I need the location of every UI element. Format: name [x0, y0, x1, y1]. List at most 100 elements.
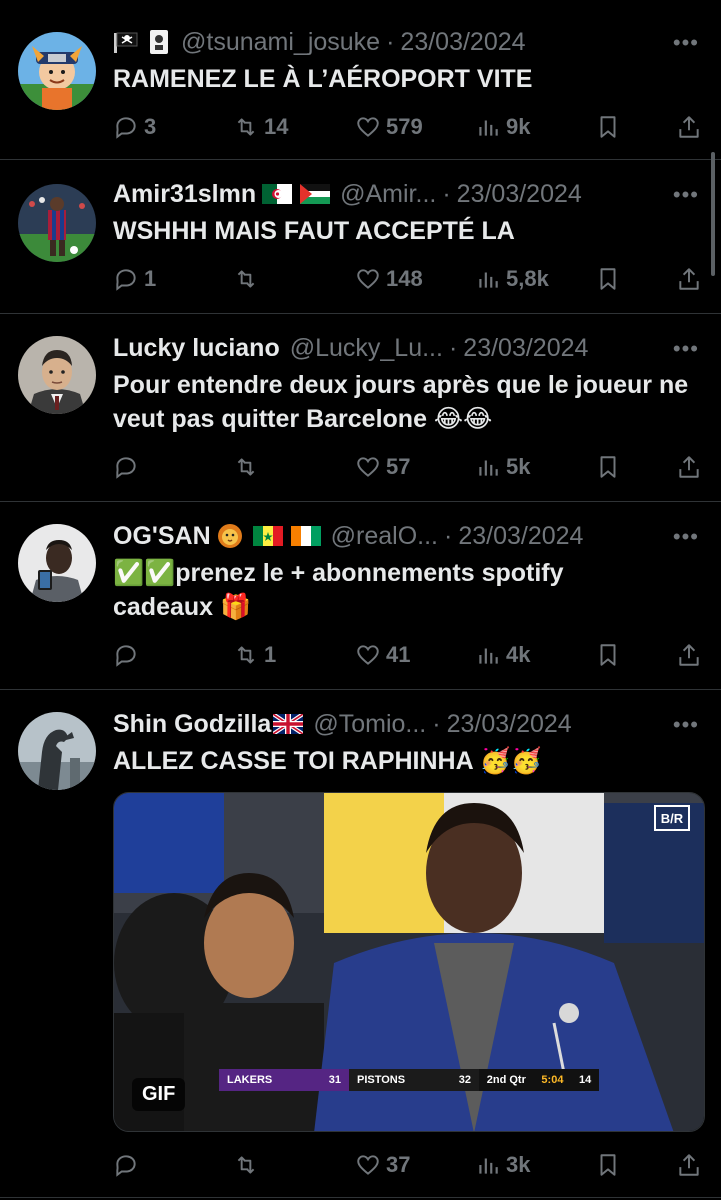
timestamp[interactable]: 23/03/2024	[458, 520, 583, 552]
tweet[interactable]: Amir31slmn @Amir... · 23/03/2024 ••• WSH…	[0, 160, 721, 314]
reply-count: 3	[144, 114, 157, 139]
tweet-header: OG'SAN @realO... · 23/03/2024	[113, 520, 661, 552]
views-button[interactable]: 3k	[475, 1152, 530, 1178]
like-button[interactable]: 37	[355, 1152, 410, 1178]
team1-score: 31	[328, 1074, 341, 1086]
display-name[interactable]: Lucky luciano	[113, 332, 280, 364]
more-options-icon[interactable]: •••	[673, 712, 699, 738]
user-handle[interactable]: @Lucky_Lu...	[290, 332, 443, 364]
retweet-count: 14	[264, 114, 289, 139]
bookmark-button[interactable]	[595, 454, 621, 480]
separator-dot: ·	[448, 334, 458, 362]
share-button[interactable]	[676, 114, 702, 140]
retweet-button[interactable]: 14	[233, 114, 288, 140]
reply-button[interactable]: 1	[113, 266, 156, 292]
like-button[interactable]: 57	[355, 454, 410, 480]
tweet[interactable]: Lucky luciano @Lucky_Lu... · 23/03/2024 …	[0, 314, 721, 502]
timestamp[interactable]: 23/03/2024	[463, 332, 588, 364]
separator-dot: ·	[443, 522, 453, 550]
avatar[interactable]	[18, 524, 96, 602]
more-options-icon[interactable]: •••	[673, 182, 699, 208]
more-options-icon[interactable]: •••	[673, 30, 699, 56]
timestamp[interactable]: 23/03/2024	[400, 26, 525, 58]
tweet-actions: 37 3k	[113, 1148, 699, 1182]
retweet-button[interactable]	[233, 454, 264, 480]
more-options-icon[interactable]: •••	[673, 336, 699, 362]
team2-name: PISTONS	[357, 1074, 406, 1086]
tweet[interactable]: @tsunami_josuke · 23/03/2024 ••• RAMENEZ…	[0, 0, 721, 160]
retweet-button[interactable]: 1	[233, 642, 276, 668]
reply-button[interactable]	[113, 642, 144, 668]
bookmark-icon	[600, 644, 616, 666]
retweet-count: 1	[264, 642, 277, 667]
heart-icon	[357, 645, 379, 665]
user-handle[interactable]: @Amir...	[340, 178, 436, 210]
user-handle[interactable]: @Tomio...	[313, 708, 426, 740]
algeria-flag-icon	[262, 184, 293, 204]
user-handle[interactable]: @tsunami_josuke	[181, 26, 380, 58]
bookmark-button[interactable]	[595, 114, 621, 140]
like-button[interactable]: 148	[355, 266, 423, 292]
views-button[interactable]: 5,8k	[475, 266, 549, 292]
timestamp[interactable]: 23/03/2024	[447, 708, 572, 740]
gif-badge[interactable]: GIF	[132, 1078, 186, 1111]
card-icon	[149, 29, 169, 55]
views-button[interactable]: 4k	[475, 642, 530, 668]
like-button[interactable]: 579	[355, 114, 423, 140]
reply-icon	[116, 1155, 136, 1177]
share-icon	[679, 456, 699, 478]
share-button[interactable]	[676, 266, 702, 292]
timestamp[interactable]: 23/03/2024	[457, 178, 582, 210]
retweet-button[interactable]	[233, 266, 264, 292]
bookmark-icon	[600, 268, 616, 290]
reply-button[interactable]	[113, 1152, 144, 1178]
views-button[interactable]: 9k	[475, 114, 530, 140]
more-options-icon[interactable]: •••	[673, 524, 699, 550]
tweet-text: RAMENEZ LE À L’AÉROPORT VITE	[113, 65, 533, 93]
avatar[interactable]	[18, 32, 96, 110]
scoreboard: LAKERS 31 PISTONS 32 2nd Qtr 5:04 14	[219, 1069, 599, 1091]
views-button[interactable]: 5k	[475, 454, 530, 480]
separator-dot: ·	[432, 710, 441, 738]
tweet-text: WSHHH MAIS FAUT ACCEPTÉ LA	[113, 217, 515, 245]
share-button[interactable]	[676, 454, 702, 480]
lion-face-icon	[217, 523, 243, 549]
views-count: 3k	[506, 1152, 531, 1177]
retweet-icon	[237, 458, 255, 476]
share-button[interactable]	[676, 642, 702, 668]
share-icon	[679, 268, 699, 290]
share-icon	[679, 644, 699, 666]
scoreboard-info: 2nd Qtr 5:04 14	[479, 1069, 599, 1091]
avatar[interactable]	[18, 712, 96, 790]
avatar[interactable]	[18, 184, 96, 262]
tweet-header: Amir31slmn @Amir... · 23/03/2024	[113, 178, 661, 210]
share-button[interactable]	[676, 1152, 702, 1178]
views-chart-icon	[479, 120, 498, 136]
reply-button[interactable]: 3	[113, 114, 156, 140]
tweet-actions: 1 41 4k	[113, 638, 699, 672]
retweet-icon	[237, 270, 255, 288]
display-name[interactable]: OG'SAN	[113, 520, 211, 552]
bookmark-button[interactable]	[595, 1152, 621, 1178]
display-name[interactable]: Shin Godzilla	[113, 708, 271, 740]
reply-icon	[116, 117, 136, 139]
retweet-button[interactable]	[233, 1152, 264, 1178]
shot-clock: 14	[578, 1074, 592, 1086]
views-count: 4k	[506, 642, 531, 667]
retweet-icon	[237, 118, 255, 136]
display-name[interactable]: Amir31slmn	[113, 178, 256, 210]
views-count: 5k	[506, 454, 531, 479]
reply-button[interactable]	[113, 454, 144, 480]
gif-media[interactable]: B/R LAKERS 31 PISTONS 32 2nd Qtr 5:04 14…	[113, 792, 705, 1132]
bookmark-button[interactable]	[595, 266, 621, 292]
scrollbar[interactable]	[711, 152, 715, 276]
heart-icon	[357, 1155, 379, 1175]
avatar[interactable]	[18, 336, 96, 414]
tweet-text: ALLEZ CASSE TOI RAPHINHA 🥳🥳	[113, 747, 542, 775]
tweet[interactable]: OG'SAN @realO... · 23/03/2024 ••• ✅✅pren…	[0, 502, 721, 690]
bookmark-button[interactable]	[595, 642, 621, 668]
bookmark-icon	[600, 1154, 616, 1176]
user-handle[interactable]: @realO...	[331, 520, 438, 552]
palestine-flag-icon	[300, 184, 331, 204]
like-button[interactable]: 41	[355, 642, 410, 668]
